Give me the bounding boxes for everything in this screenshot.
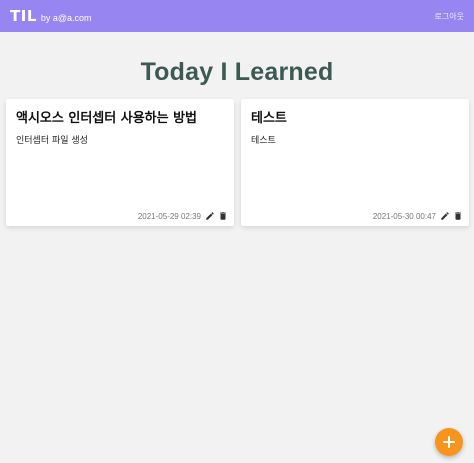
trash-icon[interactable] — [453, 211, 463, 221]
post-card-body: 테스트 — [251, 136, 276, 146]
post-card-footer: 2021-05-29 02:39 — [138, 211, 228, 221]
post-card-footer: 2021-05-30 00:47 — [373, 211, 463, 221]
logout-link[interactable]: 로그아웃 — [435, 11, 464, 22]
post-card-body: 인터셉터 파일 생성 — [16, 136, 88, 146]
plus-icon — [443, 436, 455, 448]
trash-icon[interactable] — [218, 211, 228, 221]
brand-user-email: by a@a.com — [40, 13, 92, 23]
pencil-icon[interactable] — [205, 211, 215, 221]
brand[interactable]: TIL by a@a.com — [10, 7, 92, 25]
post-card-title: 테스트 — [251, 111, 287, 126]
add-post-button[interactable] — [435, 428, 463, 456]
post-card-title: 액시오스 인터셉터 사용하는 방법 — [16, 111, 198, 126]
app-root: TIL by a@a.com 로그아웃 Today I Learned 액시오스… — [0, 0, 474, 463]
brand-title: TIL — [10, 7, 37, 25]
post-card-date: 2021-05-29 02:39 — [137, 211, 201, 221]
post-card-date: 2021-05-30 00:47 — [372, 211, 436, 221]
pencil-icon[interactable] — [440, 211, 450, 221]
post-card[interactable]: 테스트 테스트 2021-05-30 00:47 — [241, 99, 469, 226]
page-title: Today I Learned — [140, 58, 334, 86]
post-card[interactable]: 액시오스 인터셉터 사용하는 방법 인터셉터 파일 생성 2021-05-29 … — [6, 99, 234, 226]
top-navbar: TIL by a@a.com 로그아웃 — [0, 0, 474, 32]
